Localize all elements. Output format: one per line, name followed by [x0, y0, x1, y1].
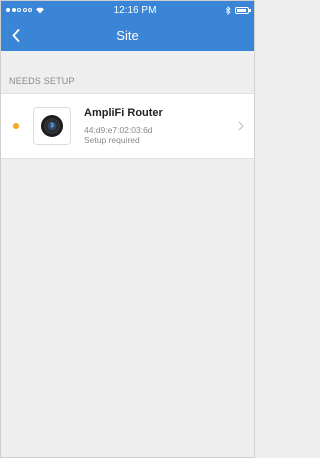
bluetooth-icon: [225, 5, 231, 15]
router-icon: [41, 115, 63, 137]
signal-dot: [22, 8, 27, 12]
device-mac-address: 44:d9:e7:02:03:6d: [84, 125, 153, 135]
section-header: NEEDS SETUP: [1, 51, 254, 93]
device-status: Setup required: [84, 135, 140, 145]
page-title: Site: [116, 27, 139, 43]
device-thumbnail: [33, 107, 71, 145]
navigation-bar: Site: [1, 19, 254, 51]
signal-dot: [11, 8, 16, 12]
status-indicator-dot: [13, 123, 19, 129]
signal-dot: [17, 8, 21, 12]
device-name: AmpliFi Router: [84, 107, 163, 119]
status-time: 12:16 PM: [113, 4, 157, 16]
device-info: AmpliFi Router 44:d9:e7:02:03:6d Setup r…: [84, 107, 163, 145]
status-left: [6, 6, 45, 14]
back-button[interactable]: [1, 19, 31, 51]
status-right: [225, 5, 251, 15]
chevron-left-icon: [12, 28, 20, 42]
signal-dot: [6, 8, 10, 12]
signal-strength-icon: [6, 8, 32, 12]
chevron-right-icon: [238, 121, 244, 131]
battery-level: [237, 8, 246, 12]
section-header-label: NEEDS SETUP: [9, 76, 75, 86]
signal-dot: [28, 8, 32, 12]
status-bar: 12:16 PM: [1, 1, 254, 19]
battery-icon: [235, 6, 251, 14]
app-window: 12:16 PM Site NEEDS SETUP AmpliFi Router…: [0, 0, 255, 458]
wifi-icon: [36, 7, 44, 14]
device-list-item[interactable]: AmpliFi Router 44:d9:e7:02:03:6d Setup r…: [1, 93, 254, 159]
